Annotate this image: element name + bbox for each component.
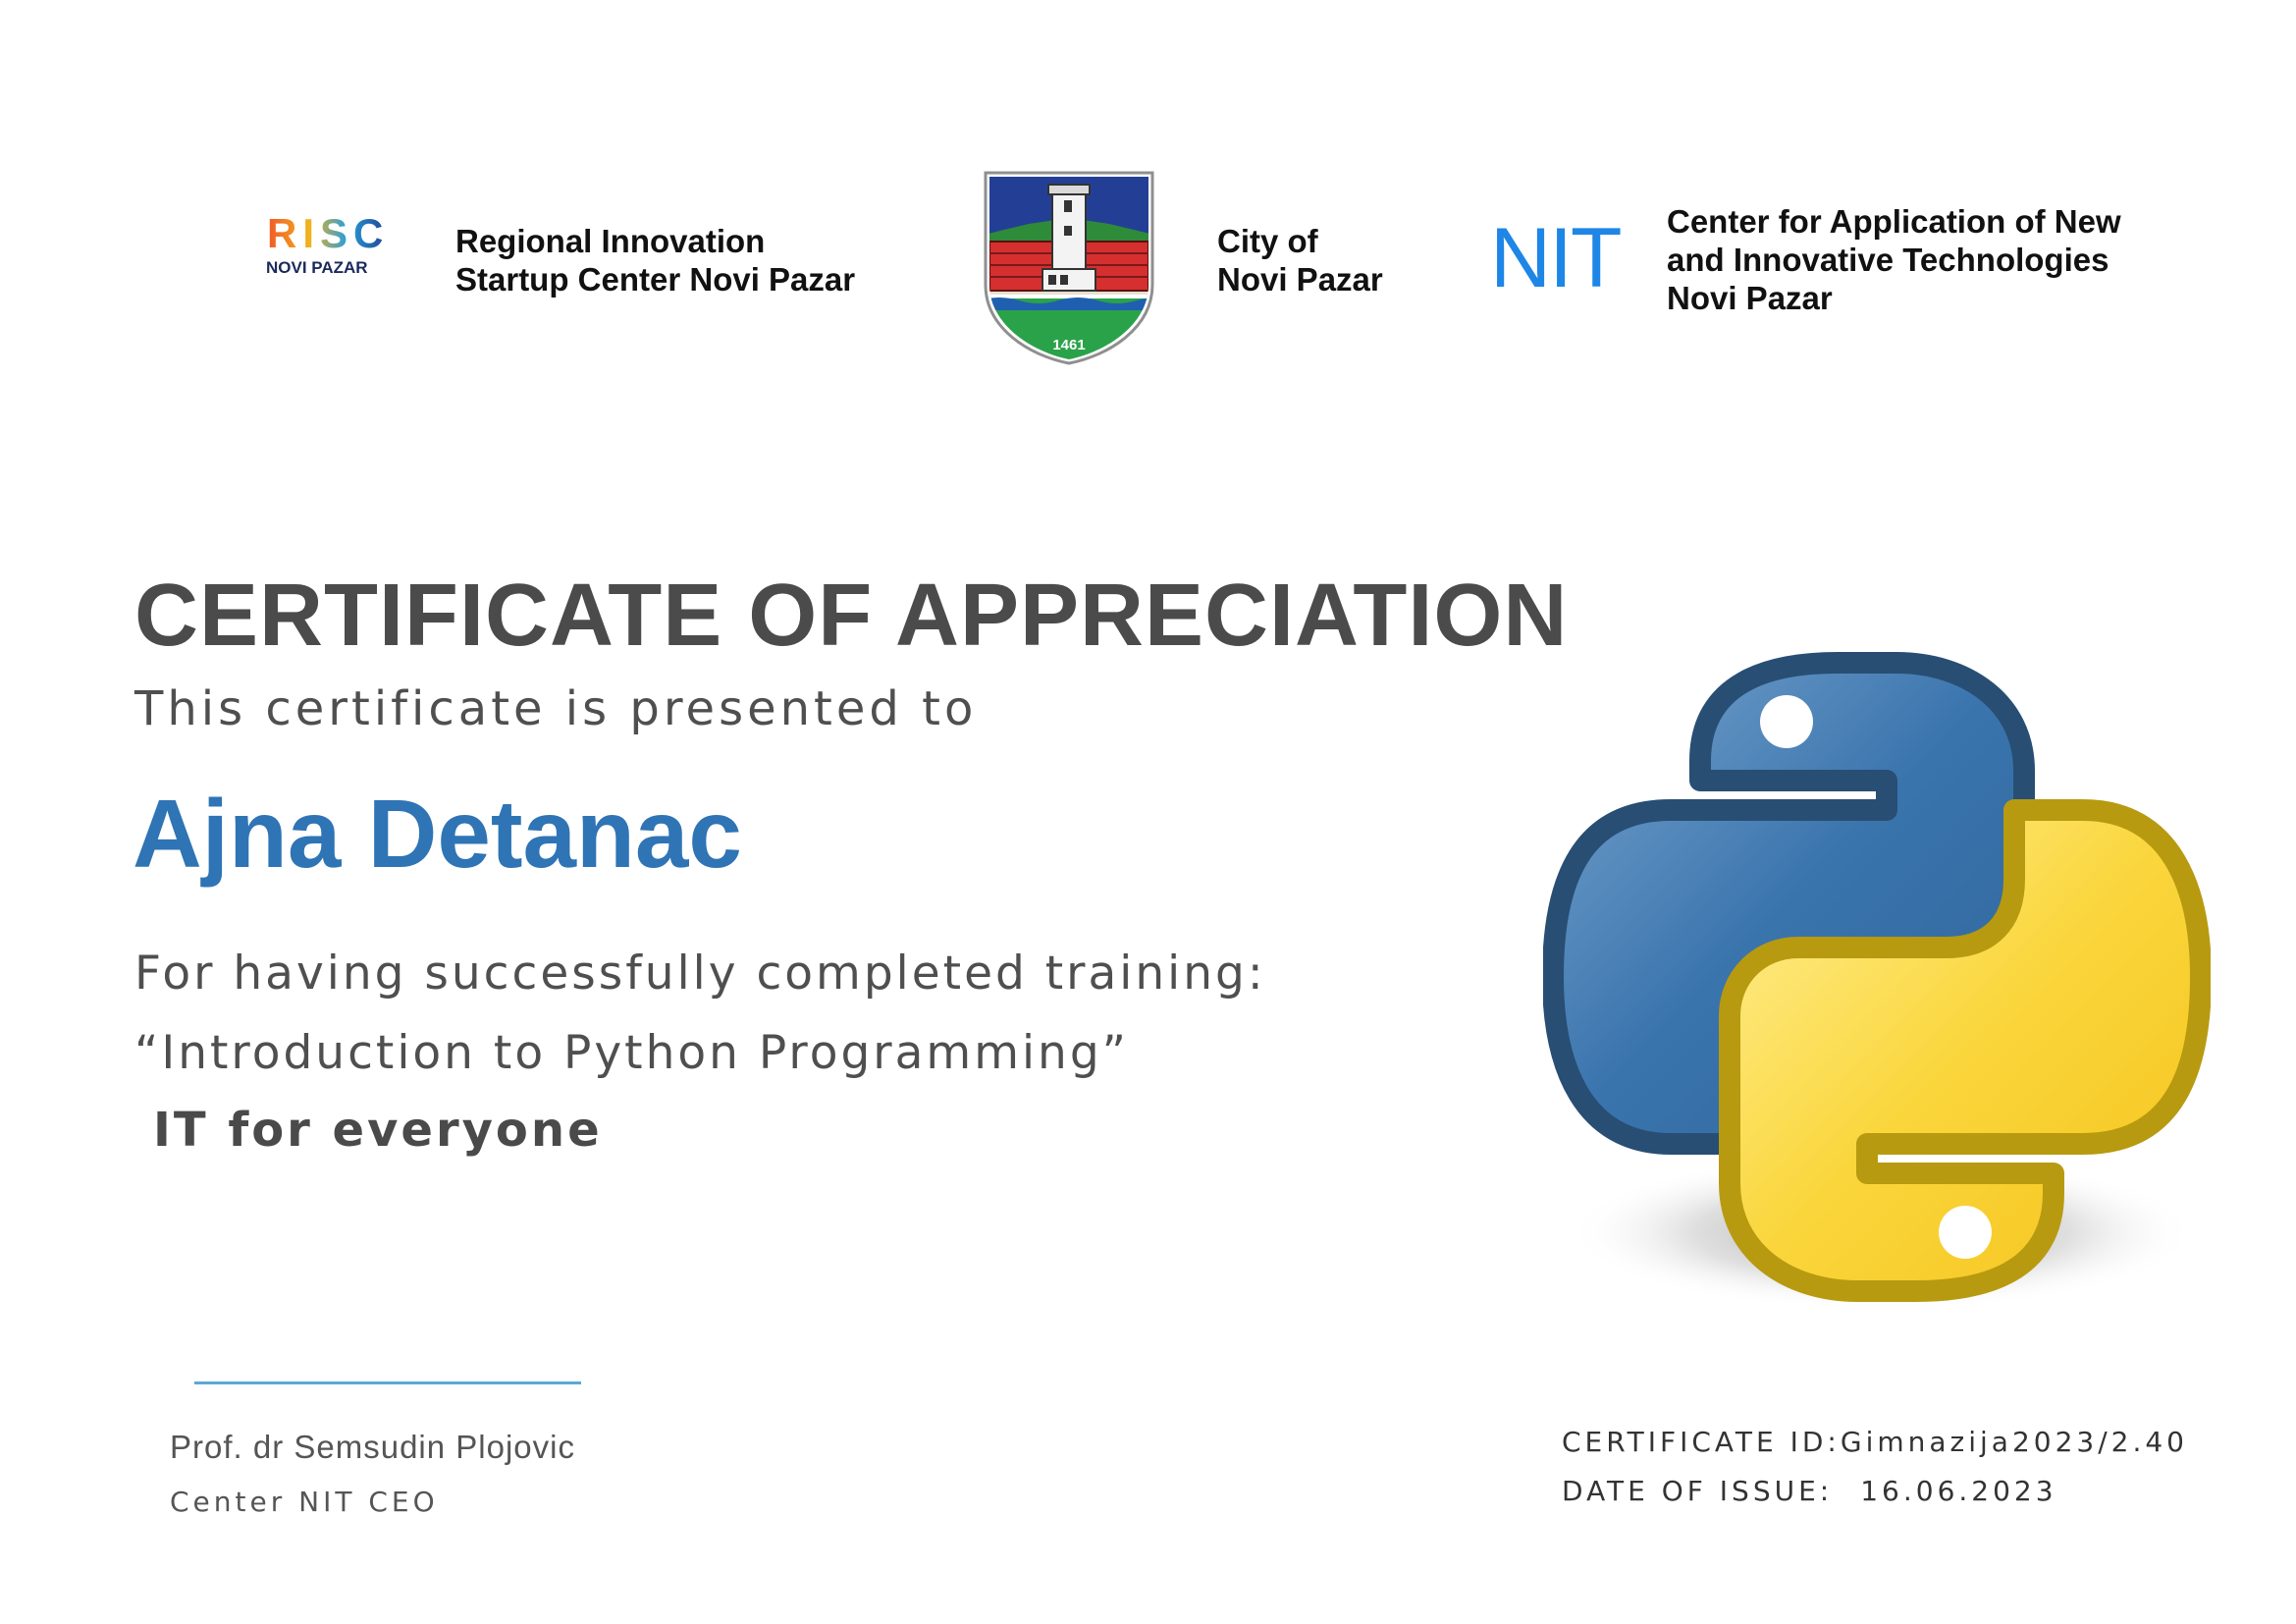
risc-logo-text: RISC xyxy=(267,212,389,256)
city-crest: 1461 xyxy=(980,167,1158,365)
nit-logo-text: NIT xyxy=(1490,218,1621,295)
signer-name: Prof. dr Semsudin Plojovic xyxy=(170,1429,575,1465)
city-crest-year: 1461 xyxy=(1052,337,1085,353)
certificate-id-label: CERTIFICATE ID: xyxy=(1562,1426,1841,1458)
recipient-name: Ajna Detanac xyxy=(133,780,742,888)
certificate-id: CERTIFICATE ID:Gimnazija2023/2.40 xyxy=(1562,1426,2188,1458)
nit-name: Center for Application of New and Innova… xyxy=(1667,202,2121,317)
risc-logo: RISC NOVI PAZAR xyxy=(263,210,405,281)
date-of-issue: DATE OF ISSUE: 16.06.2023 xyxy=(1562,1475,2057,1507)
nit-logo: NIT xyxy=(1490,211,1639,305)
risc-logo-icon: RISC NOVI PAZAR xyxy=(266,210,389,277)
city-name: City of Novi Pazar xyxy=(1217,222,1383,298)
signer-role: Center NIT CEO xyxy=(170,1486,439,1518)
python-yellow-eye xyxy=(1939,1206,1992,1259)
completion-text: For having successfully completed traini… xyxy=(134,947,1266,1001)
course-name: “Introduction to Python Programming” xyxy=(134,1026,1130,1080)
signature-line xyxy=(194,1381,581,1384)
risc-name-line-1: Regional Innovation xyxy=(455,223,766,259)
python-logo xyxy=(1542,643,2212,1330)
risc-name-line-2: Startup Center Novi Pazar xyxy=(455,261,856,298)
python-logo-icon xyxy=(1542,652,2212,1311)
python-blue-eye xyxy=(1760,695,1813,748)
city-crest-icon: 1461 xyxy=(984,171,1154,365)
city-name-line-2: Novi Pazar xyxy=(1217,261,1383,298)
certificate-subtitle: This certificate is presented to xyxy=(134,681,978,736)
certificate-title: CERTIFICATE OF APPRECIATION xyxy=(134,567,1569,665)
certificate-id-value: Gimnazija2023/2.40 xyxy=(1840,1426,2188,1458)
nit-logo-icon: NIT xyxy=(1490,211,1623,305)
nit-name-line-1: Center for Application of New xyxy=(1667,203,2121,240)
date-of-issue-label: DATE OF ISSUE: xyxy=(1562,1475,1834,1507)
risc-name: Regional Innovation Startup Center Novi … xyxy=(455,222,855,298)
program-name: IT for everyone xyxy=(153,1103,603,1158)
date-of-issue-value: 16.06.2023 xyxy=(1860,1475,2057,1507)
nit-name-line-2: and Innovative Technologies xyxy=(1667,242,2109,278)
city-name-line-1: City of xyxy=(1217,223,1318,259)
nit-name-line-3: Novi Pazar xyxy=(1667,280,1833,316)
risc-logo-subtext: NOVI PAZAR xyxy=(266,258,368,277)
